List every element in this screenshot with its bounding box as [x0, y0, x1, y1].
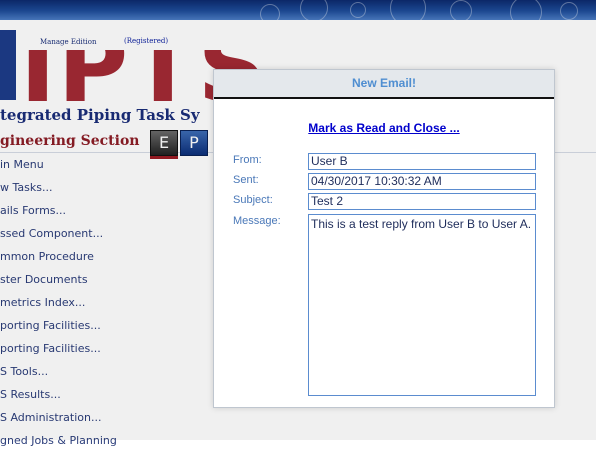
sent-field[interactable]: 04/30/2017 10:30:32 AM [308, 173, 536, 190]
from-label: From: [233, 154, 262, 166]
from-field[interactable]: User B [308, 153, 536, 170]
sent-label: Sent: [233, 174, 259, 186]
subject-field[interactable]: Test 2 [308, 193, 536, 210]
message-label: Message: [233, 215, 281, 227]
message-textarea[interactable]: This is a test reply from User B to User… [308, 214, 536, 396]
subject-label: Subject: [233, 194, 273, 206]
new-email-dialog: New Email! Mark as Read and Close ... Fr… [213, 69, 555, 408]
dialog-title: New Email! [214, 70, 554, 99]
mark-read-close-link[interactable]: Mark as Read and Close ... [214, 121, 554, 135]
